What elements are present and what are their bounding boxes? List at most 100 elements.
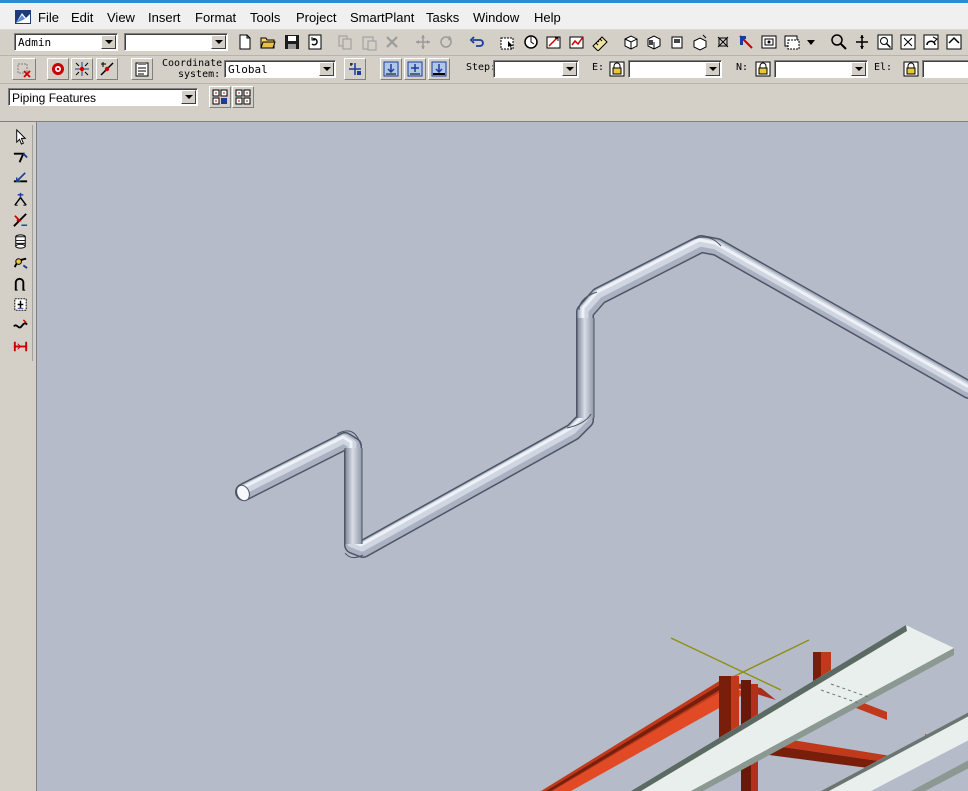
east-coordinate-combo[interactable] <box>628 60 722 78</box>
elbow-fitting[interactable] <box>336 236 722 559</box>
view-top-icon[interactable] <box>666 31 688 53</box>
named-views-icon[interactable] <box>781 31 803 53</box>
perspective-icon[interactable] <box>735 31 757 53</box>
paste-icon[interactable] <box>358 31 380 53</box>
elevation-label: El: <box>874 62 893 73</box>
menu-help[interactable]: Help <box>534 10 561 25</box>
view-front-icon[interactable] <box>643 31 665 53</box>
route-pipe-icon[interactable] <box>10 148 30 167</box>
undo-icon[interactable] <box>466 31 488 53</box>
menu-bar: File Edit View Insert Format Tools Proje… <box>0 3 968 30</box>
new-icon[interactable] <box>234 31 256 53</box>
menu-insert[interactable]: Insert <box>148 10 181 25</box>
step-combo[interactable] <box>493 60 579 78</box>
task-toolbar: Piping Features <box>0 84 968 121</box>
east-label: E: <box>592 62 605 73</box>
insert-tap-icon[interactable] <box>10 211 30 230</box>
pan-icon[interactable] <box>851 31 873 53</box>
menu-view[interactable]: View <box>107 10 135 25</box>
axis-indicator <box>670 637 810 691</box>
chevron-down-icon[interactable] <box>211 35 226 49</box>
coordinate-system-combo[interactable]: Global <box>224 60 336 78</box>
menu-project[interactable]: Project <box>296 10 336 25</box>
model-canvas <box>235 235 968 791</box>
chevron-down-icon[interactable] <box>562 62 577 76</box>
permission-group-combo[interactable]: Admin <box>14 33 118 51</box>
east-lock-icon[interactable] <box>606 58 628 80</box>
locate-icon[interactable] <box>47 58 69 80</box>
menu-smartplant[interactable]: SmartPlant <box>350 10 414 25</box>
permission-group-value: Admin <box>18 36 52 49</box>
insert-specialty-icon[interactable] <box>10 232 30 251</box>
north-lock-icon[interactable] <box>752 58 774 80</box>
insert-spacer-icon[interactable] <box>10 337 30 356</box>
menu-edit[interactable]: Edit <box>71 10 93 25</box>
task-mode-combo[interactable]: Piping Features <box>8 88 198 106</box>
zoom-tool-icon[interactable] <box>874 31 896 53</box>
snap-offset-icon[interactable] <box>404 58 426 80</box>
coordinate-tool-icon[interactable] <box>344 58 366 80</box>
insert-split-icon[interactable] <box>10 190 30 209</box>
app-icon <box>15 10 31 24</box>
coordinate-toolbar: Coordinate system: Global Step: E: N: El… <box>0 56 968 84</box>
fit-icon[interactable] <box>897 31 919 53</box>
coordinate-system-value: Global <box>228 63 268 76</box>
delete-icon[interactable] <box>381 31 403 53</box>
chevron-down-icon[interactable] <box>319 62 334 76</box>
filter-combo[interactable] <box>124 33 228 51</box>
elevation-lock-icon[interactable] <box>900 58 922 80</box>
clear-select-icon[interactable] <box>12 58 36 80</box>
north-coordinate-combo[interactable] <box>774 60 868 78</box>
move-icon[interactable] <box>412 31 434 53</box>
chevron-down-icon[interactable] <box>705 62 720 76</box>
feature-list-icon[interactable] <box>209 86 231 108</box>
chevron-down-icon[interactable] <box>851 62 866 76</box>
point-along-icon[interactable] <box>96 58 118 80</box>
north-label: N: <box>736 62 749 73</box>
common-views-icon[interactable] <box>758 31 780 53</box>
main-toolbar: Admin <box>0 30 968 56</box>
snap-plane-icon[interactable] <box>428 58 450 80</box>
menu-tasks[interactable]: Tasks <box>426 10 459 25</box>
copy-icon[interactable] <box>334 31 356 53</box>
graphic-view[interactable] <box>36 122 968 791</box>
menu-tools[interactable]: Tools <box>250 10 280 25</box>
view-side-icon[interactable] <box>689 31 711 53</box>
feature-filter-icon[interactable] <box>232 86 254 108</box>
snap-point-icon[interactable] <box>380 58 402 80</box>
dropdown-icon[interactable] <box>804 33 818 51</box>
rotate-view-icon[interactable] <box>920 31 942 53</box>
ruler-icon[interactable] <box>589 31 611 53</box>
chevron-down-icon[interactable] <box>101 35 116 49</box>
refresh-icon[interactable] <box>304 31 326 53</box>
open-icon[interactable] <box>257 31 279 53</box>
rotate-icon[interactable] <box>435 31 457 53</box>
vertical-pipe-segment[interactable] <box>345 448 362 544</box>
inspect-icon[interactable] <box>566 31 588 53</box>
select-by-filter-icon[interactable] <box>497 31 519 53</box>
zoom-area-icon[interactable] <box>712 31 734 53</box>
pinpoint-icon[interactable] <box>71 58 93 80</box>
clip-icon[interactable] <box>520 31 542 53</box>
menu-format[interactable]: Format <box>195 10 236 25</box>
coordinate-system-label-2: system: <box>178 69 221 80</box>
zoom-icon[interactable] <box>828 31 850 53</box>
route-bend-icon[interactable] <box>10 274 30 293</box>
step-label: Step: <box>466 62 497 73</box>
save-icon[interactable] <box>281 31 303 53</box>
properties-icon[interactable] <box>131 58 153 80</box>
insert-instrument-icon[interactable] <box>10 295 30 314</box>
vertical-pipe-segment[interactable] <box>577 318 594 418</box>
task-mode-value: Piping Features <box>12 91 97 105</box>
insert-turn-icon[interactable] <box>10 253 30 272</box>
home-icon[interactable] <box>943 31 965 53</box>
tube-route-icon[interactable] <box>10 316 30 335</box>
view-3d-icon[interactable] <box>620 31 642 53</box>
insert-component-icon[interactable] <box>10 169 30 188</box>
select-tool-icon[interactable] <box>10 127 30 146</box>
menu-file[interactable]: File <box>38 10 59 25</box>
measure-icon[interactable] <box>543 31 565 53</box>
menu-window[interactable]: Window <box>473 10 519 25</box>
elevation-coordinate-combo[interactable] <box>922 60 968 78</box>
chevron-down-icon[interactable] <box>181 90 196 104</box>
